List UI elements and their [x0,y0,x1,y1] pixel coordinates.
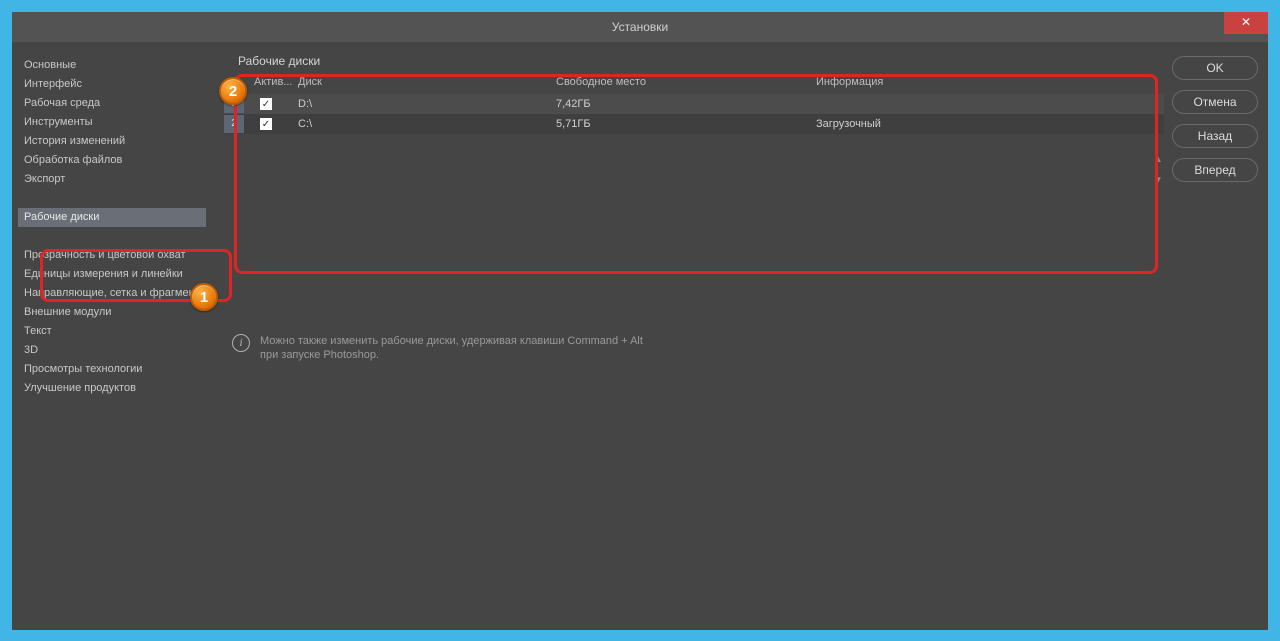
row-info: Загрузочный [816,118,1164,130]
panel-title: Рабочие диски [224,50,1164,74]
sidebar-item-transparency[interactable]: Прозрачность и цветовой охват [18,246,206,265]
info-note: i Можно также изменить рабочие диски, уд… [224,334,1164,362]
scratch-disk-table: Актив... Диск Свободное место Информация… [224,74,1164,134]
row-active-checkbox[interactable]: ✓ [260,98,272,110]
ok-button[interactable]: OK [1172,56,1258,80]
sidebar-item-guides[interactable]: Направляющие, сетка и фрагменты [18,284,206,303]
sidebar-item-filehandling[interactable]: Обработка файлов [18,151,206,170]
titlebar: Установки ✕ [12,12,1268,42]
table-row[interactable]: 2 ✓ C:\ 5,71ГБ Загрузочный [224,114,1164,134]
reorder-arrows: ▲ ▼ [1150,154,1166,186]
sidebar-item-type[interactable]: Текст [18,322,206,341]
preferences-sidebar: Основные Интерфейс Рабочая среда Инструм… [18,50,206,620]
sidebar-item-3d[interactable]: 3D [18,341,206,360]
table-row[interactable]: 1 ✓ D:\ 7,42ГБ [224,94,1164,114]
sidebar-item-workspace[interactable]: Рабочая среда [18,94,206,113]
sidebar-item-tools[interactable]: Инструменты [18,113,206,132]
move-up-button[interactable]: ▲ [1153,154,1163,165]
sidebar-item-plugins[interactable]: Внешние модули [18,303,206,322]
preferences-content: Рабочие диски Актив... Диск Свободное ме… [214,50,1164,620]
table-header: Актив... Диск Свободное место Информация [224,74,1164,94]
row-index: 2 [224,115,244,133]
window-close-button[interactable]: ✕ [1224,12,1268,34]
col-active: Актив... [250,76,298,88]
col-free: Свободное место [556,76,816,88]
row-disk: D:\ [298,98,556,110]
sidebar-item-scratch-disks[interactable]: Рабочие диски [18,208,206,227]
row-index: 1 [224,95,244,113]
info-text: Можно также изменить рабочие диски, удер… [260,334,643,362]
window-title: Установки [612,20,668,34]
sidebar-item-export[interactable]: Экспорт [18,170,206,189]
dialog-buttons: OK Отмена Назад Вперед [1172,50,1258,620]
row-free: 7,42ГБ [556,98,816,110]
sidebar-item-history[interactable]: История изменений [18,132,206,151]
dialog-body: Основные Интерфейс Рабочая среда Инструм… [12,42,1268,630]
sidebar-item-units[interactable]: Единицы измерения и линейки [18,265,206,284]
sidebar-item-product-improve[interactable]: Улучшение продуктов [18,379,206,398]
row-free: 5,71ГБ [556,118,816,130]
sidebar-item-interface[interactable]: Интерфейс [18,75,206,94]
row-active-checkbox[interactable]: ✓ [260,118,272,130]
sidebar-item-general[interactable]: Основные [18,56,206,75]
preferences-window: Установки ✕ Основные Интерфейс Рабочая с… [12,12,1268,630]
col-disk: Диск [298,76,556,88]
row-disk: C:\ [298,118,556,130]
sidebar-item-tech-previews[interactable]: Просмотры технологии [18,360,206,379]
col-info: Информация [816,76,1164,88]
move-down-button[interactable]: ▼ [1153,175,1163,186]
info-icon: i [232,334,250,352]
prev-button[interactable]: Назад [1172,124,1258,148]
cancel-button[interactable]: Отмена [1172,90,1258,114]
next-button[interactable]: Вперед [1172,158,1258,182]
